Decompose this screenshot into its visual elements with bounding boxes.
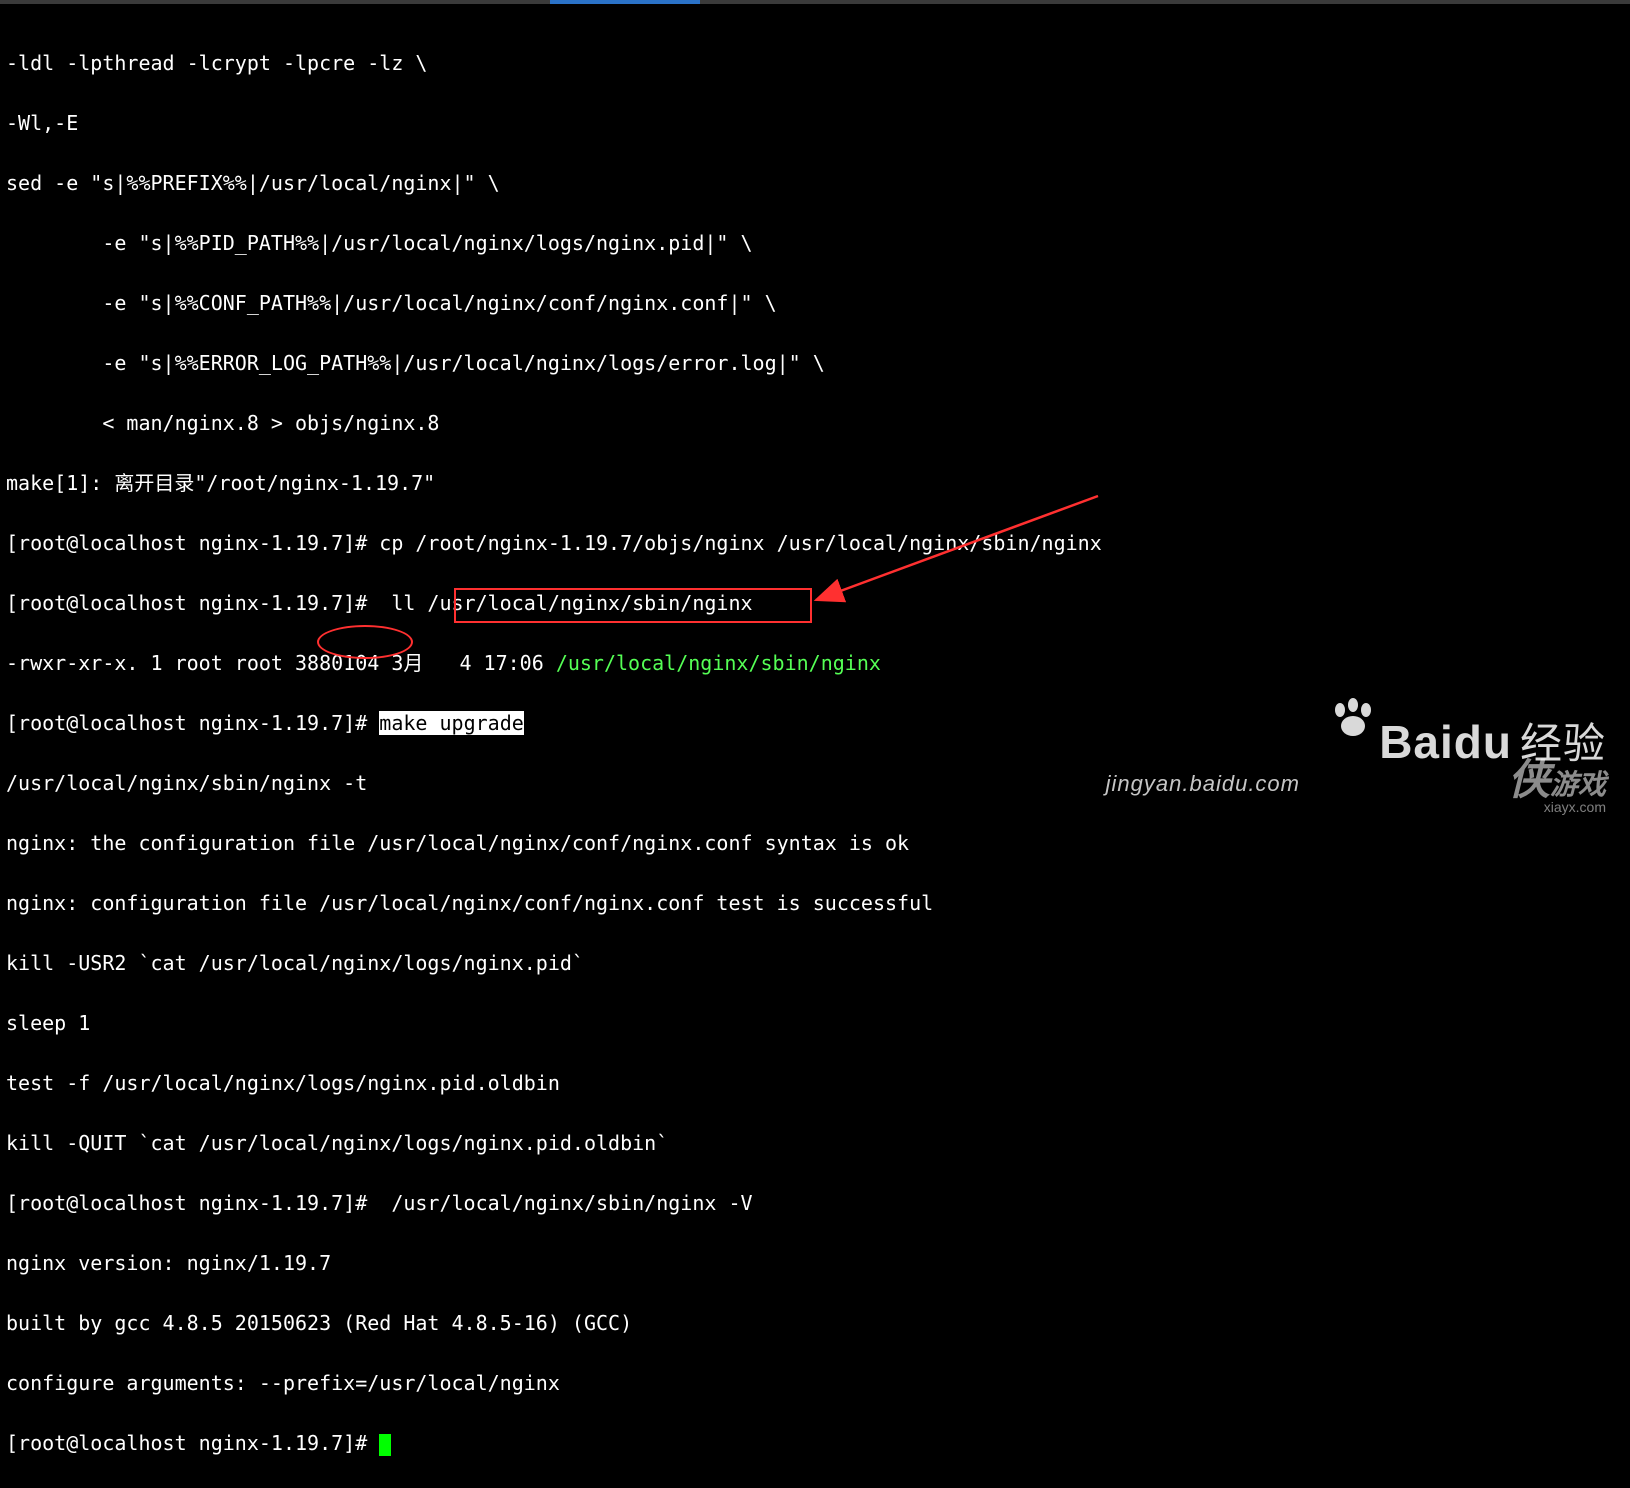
term-line: built by gcc 4.8.5 20150623 (Red Hat 4.8… [6,1308,1102,1338]
term-line: -e "s|%%PID_PATH%%|/usr/local/nginx/logs… [6,228,1102,258]
terminal[interactable]: -ldl -lpthread -lcrypt -lpcre -lz \ -Wl,… [0,18,1108,1488]
highlighted-command: make upgrade [379,711,524,735]
term-line: < man/nginx.8 > objs/nginx.8 [6,408,1102,438]
cursor [379,1434,391,1456]
term-line: nginx version: nginx/1.19.7 [6,1248,1102,1278]
executable-path: /usr/local/nginx/sbin/nginx [556,651,881,675]
term-line: -e "s|%%CONF_PATH%%|/usr/local/nginx/con… [6,288,1102,318]
term-line: [root@localhost nginx-1.19.7]# /usr/loca… [6,1188,1102,1218]
window-tab-bar [0,0,1630,4]
term-line: configure arguments: --prefix=/usr/local… [6,1368,1102,1398]
active-tab-indicator [550,0,700,4]
term-line: -Wl,-E [6,108,1102,138]
term-line: [root@localhost nginx-1.19.7]# make upgr… [6,708,1102,738]
term-line: sed -e "s|%%PREFIX%%|/usr/local/nginx|" … [6,168,1102,198]
term-line: kill -USR2 `cat /usr/local/nginx/logs/ng… [6,948,1102,978]
term-line: nginx: the configuration file /usr/local… [6,828,1102,858]
term-line: /usr/local/nginx/sbin/nginx -t [6,768,1102,798]
term-line: [root@localhost nginx-1.19.7]# [6,1428,1102,1458]
term-line: -rwxr-xr-x. 1 root root 3880104 3月 4 17:… [6,648,1102,678]
term-line: [root@localhost nginx-1.19.7]# ll /usr/l… [6,588,1102,618]
term-line: test -f /usr/local/nginx/logs/nginx.pid.… [6,1068,1102,1098]
term-line: nginx: configuration file /usr/local/ngi… [6,888,1102,918]
term-line: [root@localhost nginx-1.19.7]# cp /root/… [6,528,1102,558]
term-line: -ldl -lpthread -lcrypt -lpcre -lz \ [6,48,1102,78]
watermark-xiayx: 侠游戏 xiayx.com [1508,746,1606,815]
paw-icon [1331,698,1375,745]
term-line: make[1]: 离开目录"/root/nginx-1.19.7" [6,468,1102,498]
watermark-baidu-url: jingyan.baidu.com [1106,771,1300,797]
term-line: kill -QUIT `cat /usr/local/nginx/logs/ng… [6,1128,1102,1158]
term-line: -e "s|%%ERROR_LOG_PATH%%|/usr/local/ngin… [6,348,1102,378]
term-line: sleep 1 [6,1008,1102,1038]
